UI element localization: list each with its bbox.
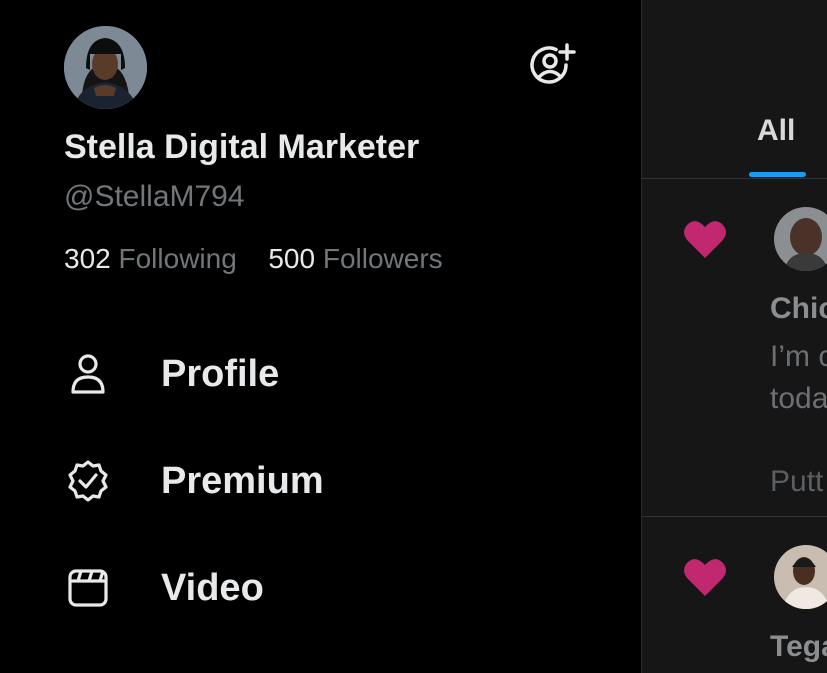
profile-avatar[interactable] — [64, 26, 147, 109]
menu-item-profile[interactable]: Profile — [64, 344, 584, 404]
menu-item-label: Premium — [161, 459, 324, 502]
display-name[interactable]: Stella Digital Marketer — [64, 128, 419, 167]
heart-icon — [682, 218, 728, 260]
tab-all[interactable]: All — [757, 114, 795, 148]
following-count: 302 — [64, 243, 111, 274]
following-label: Following — [118, 243, 237, 274]
menu-item-premium[interactable]: Premium — [64, 451, 584, 511]
tab-selected-indicator — [749, 172, 806, 177]
followers-count: 500 — [268, 243, 316, 274]
following-link[interactable]: 302 Following — [64, 243, 245, 274]
heart-icon — [682, 556, 728, 598]
notification-divider — [642, 516, 827, 517]
account-drawer: Stella Digital Marketer @StellaM794 302 … — [0, 0, 641, 673]
notification-user-name[interactable]: Chic — [770, 292, 827, 326]
menu-item-video[interactable]: Video — [64, 558, 584, 618]
verified-badge-icon — [64, 457, 112, 505]
follow-stats: 302 Following 500 Followers — [64, 243, 443, 275]
add-account-icon[interactable] — [528, 41, 576, 89]
followers-link[interactable]: 500 Followers — [268, 243, 442, 274]
tabs-divider — [642, 178, 827, 179]
person-icon — [64, 350, 112, 398]
followers-label: Followers — [322, 243, 443, 274]
notification-text-line: I’m c — [770, 340, 827, 373]
notification-user-name[interactable]: Tega — [770, 630, 827, 664]
video-clapper-icon — [64, 564, 112, 612]
notification-footer: Putt — [770, 465, 824, 498]
notification-text-line: toda — [770, 382, 827, 415]
menu-item-label: Profile — [161, 352, 280, 395]
menu-item-label: Video — [161, 566, 264, 609]
user-handle: @StellaM794 — [64, 180, 245, 213]
